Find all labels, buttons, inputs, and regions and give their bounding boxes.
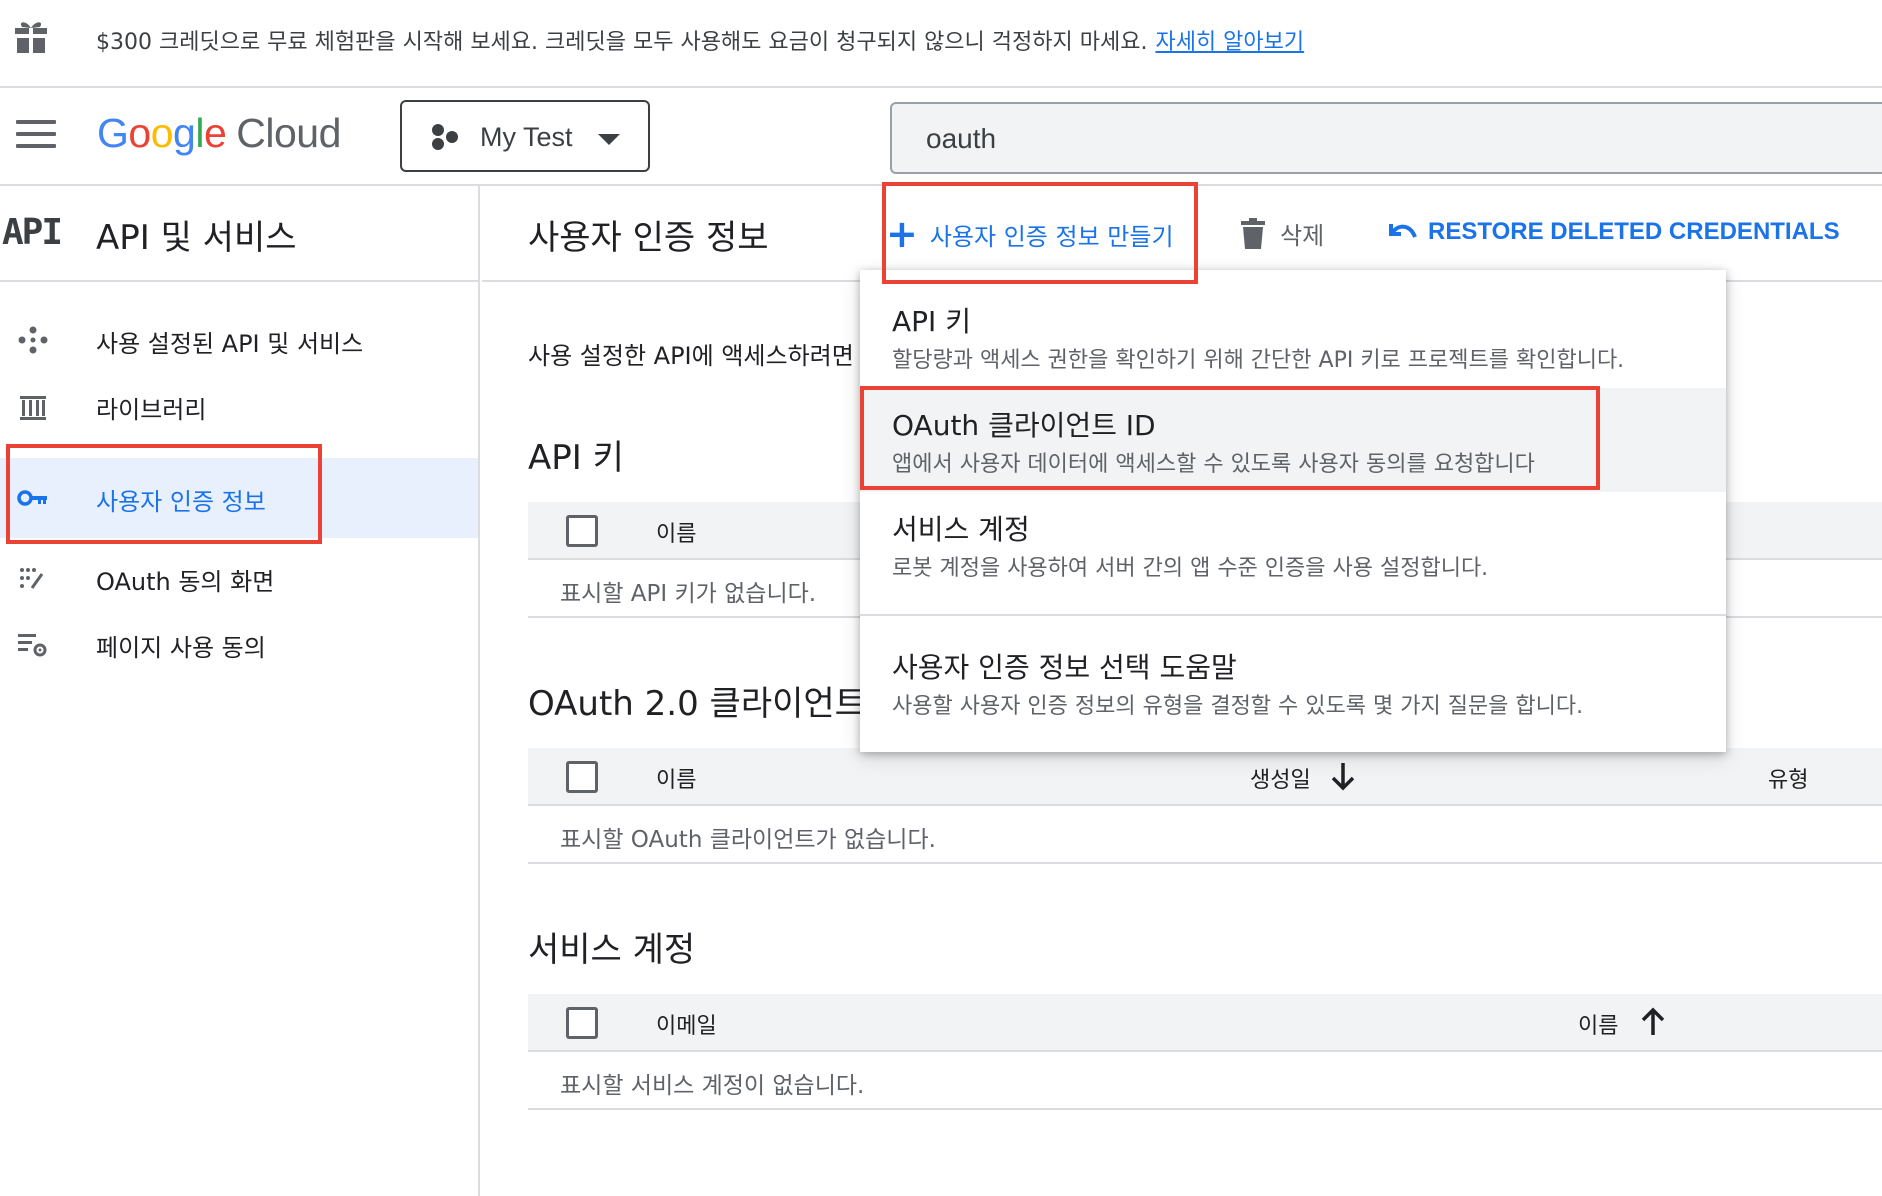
- key-icon: [17, 490, 47, 506]
- delete-button[interactable]: 삭제: [1240, 216, 1324, 251]
- sidebar: API API 및 서비스 사용 설정된 API 및 서비스 라이브러리 사용자…: [0, 186, 480, 1196]
- search-value: oauth: [926, 123, 997, 154]
- settings-list-icon: [18, 634, 47, 657]
- menu-item-oauth-client-id[interactable]: OAuth 클라이언트 ID 앱에서 사용자 데이터에 액세스할 수 있도록 사…: [860, 388, 1726, 492]
- menu-item-description: 앱에서 사용자 데이터에 액세스할 수 있도록 사용자 동의를 요청합니다: [892, 452, 1535, 477]
- api-logo-icon: API: [2, 212, 63, 253]
- menu-item-title: 서비스 계정: [892, 513, 1030, 546]
- oauth-table-header: 이름 생성일 유형: [528, 748, 1882, 806]
- menu-item-title: API 키: [892, 305, 971, 338]
- select-all-checkbox[interactable]: [566, 515, 598, 547]
- logo-letter: g: [173, 110, 196, 156]
- arrow-down-icon[interactable]: [1330, 760, 1356, 792]
- sidebar-title: API 및 서비스: [96, 218, 297, 258]
- logo-letter: l: [195, 110, 204, 156]
- menu-item-description: 로봇 계정을 사용하여 서버 간의 앱 수준 인증을 사용 설정합니다.: [892, 556, 1489, 581]
- menu-item-title: OAuth 클라이언트 ID: [892, 409, 1156, 442]
- api-keys-heading: API 키: [528, 438, 624, 478]
- logo-letter: o: [150, 110, 174, 156]
- search-input[interactable]: oauth: [890, 102, 1882, 174]
- logo-letter: o: [128, 110, 151, 156]
- select-all-checkbox[interactable]: [566, 1007, 598, 1039]
- create-credentials-menu: API 키 할당량과 액세스 권한을 확인하기 위해 간단한 API 키로 프로…: [860, 270, 1726, 752]
- menu-item-title: 사용자 인증 정보 선택 도움말: [892, 651, 1237, 684]
- menu-item-api-key[interactable]: API 키 할당량과 액세스 권한을 확인하기 위해 간단한 API 키로 프로…: [860, 270, 1726, 388]
- sidebar-item-library[interactable]: 라이브러리: [0, 366, 478, 446]
- top-header: Google Cloud My Test oauth: [0, 90, 1882, 186]
- promo-message: $300 크레딧으로 무료 체험판을 시작해 보세요. 크레딧을 모두 사용해도…: [96, 30, 1148, 55]
- logo-letter: G: [97, 110, 129, 156]
- sidebar-item-label: 페이지 사용 동의: [96, 634, 266, 662]
- chevron-down-icon: [598, 134, 620, 145]
- sidebar-item-label: 사용 설정된 API 및 서비스: [96, 330, 364, 358]
- column-email[interactable]: 이메일: [656, 1008, 717, 1040]
- gift-icon: [15, 22, 47, 53]
- sidebar-item-page-consent[interactable]: 페이지 사용 동의: [0, 604, 478, 684]
- promo-banner: $300 크레딧으로 무료 체험판을 시작해 보세요. 크레딧을 모두 사용해도…: [0, 0, 1882, 88]
- intro-text: 사용 설정한 API에 액세스하려면: [528, 342, 854, 370]
- create-credentials-label: 사용자 인증 정보 만들기: [929, 222, 1174, 251]
- diamond-dots-icon: [18, 326, 48, 354]
- trash-icon: [1241, 217, 1265, 249]
- restore-deleted-credentials-button[interactable]: RESTORE DELETED CREDENTIALS: [1388, 218, 1840, 246]
- sidebar-item-credentials[interactable]: 사용자 인증 정보: [0, 458, 478, 538]
- learn-more-link[interactable]: 자세히 알아보기: [1155, 30, 1304, 55]
- google-cloud-logo[interactable]: Google Cloud: [97, 110, 341, 157]
- google-wordmark: Google: [97, 110, 227, 156]
- service-accounts-heading: 서비스 계정: [528, 930, 696, 970]
- column-name[interactable]: 이름: [1578, 1008, 1618, 1040]
- promo-text: $300 크레딧으로 무료 체험판을 시작해 보세요. 크레딧을 모두 사용해도…: [96, 24, 1304, 56]
- empty-message: 표시할 API 키가 없습니다.: [560, 581, 817, 607]
- delete-label: 삭제: [1280, 222, 1325, 250]
- sidebar-item-label: 라이브러리: [96, 396, 207, 424]
- toolbar: 사용자 인증 정보 + 사용자 인증 정보 만들기 삭제 RESTORE DEL…: [482, 186, 1882, 282]
- consent-dots-icon: [20, 568, 44, 589]
- service-accounts-table-header: 이메일 이름: [528, 994, 1882, 1052]
- undo-icon: [1389, 224, 1417, 238]
- cloud-wordmark: Cloud: [236, 110, 341, 156]
- column-created[interactable]: 생성일: [1250, 762, 1311, 794]
- project-name: My Test: [480, 122, 573, 152]
- sidebar-item-label: OAuth 동의 화면: [96, 568, 275, 596]
- plus-icon: +: [886, 212, 918, 256]
- main-menu-icon[interactable]: [16, 120, 56, 152]
- logo-letter: e: [203, 110, 227, 156]
- empty-message: 표시할 OAuth 클라이언트가 없습니다.: [560, 827, 936, 853]
- empty-message: 표시할 서비스 계정이 없습니다.: [560, 1073, 865, 1099]
- menu-item-help-me-choose[interactable]: 사용자 인증 정보 선택 도움말 사용할 사용자 인증 정보의 유형을 결정할 …: [860, 616, 1726, 752]
- menu-item-service-account[interactable]: 서비스 계정 로봇 계정을 사용하여 서버 간의 앱 수준 인증을 사용 설정합…: [860, 492, 1726, 614]
- library-icon: [20, 396, 46, 420]
- column-type[interactable]: 유형: [1768, 762, 1808, 794]
- menu-item-description: 사용할 사용자 인증 정보의 유형을 결정할 수 있도록 몇 가지 질문을 합니…: [892, 694, 1584, 719]
- select-all-checkbox[interactable]: [566, 761, 598, 793]
- sidebar-header: API API 및 서비스: [0, 186, 478, 282]
- project-hexagon-icon: [432, 124, 458, 150]
- page-title: 사용자 인증 정보: [528, 218, 769, 258]
- menu-item-description: 할당량과 액세스 권한을 확인하기 위해 간단한 API 키로 프로젝트를 확인…: [892, 348, 1625, 373]
- arrow-up-icon[interactable]: [1640, 1006, 1666, 1038]
- project-selector[interactable]: My Test: [400, 100, 650, 172]
- oauth-empty-row: 표시할 OAuth 클라이언트가 없습니다.: [528, 806, 1882, 864]
- restore-label: RESTORE DELETED CREDENTIALS: [1428, 218, 1840, 245]
- service-accounts-empty-row: 표시할 서비스 계정이 없습니다.: [528, 1052, 1882, 1110]
- column-name[interactable]: 이름: [656, 516, 696, 548]
- sidebar-item-label: 사용자 인증 정보: [96, 488, 266, 516]
- oauth-clients-heading: OAuth 2.0 클라이언트: [528, 684, 866, 724]
- column-name[interactable]: 이름: [656, 762, 696, 794]
- create-credentials-button[interactable]: + 사용자 인증 정보 만들기: [886, 214, 1174, 254]
